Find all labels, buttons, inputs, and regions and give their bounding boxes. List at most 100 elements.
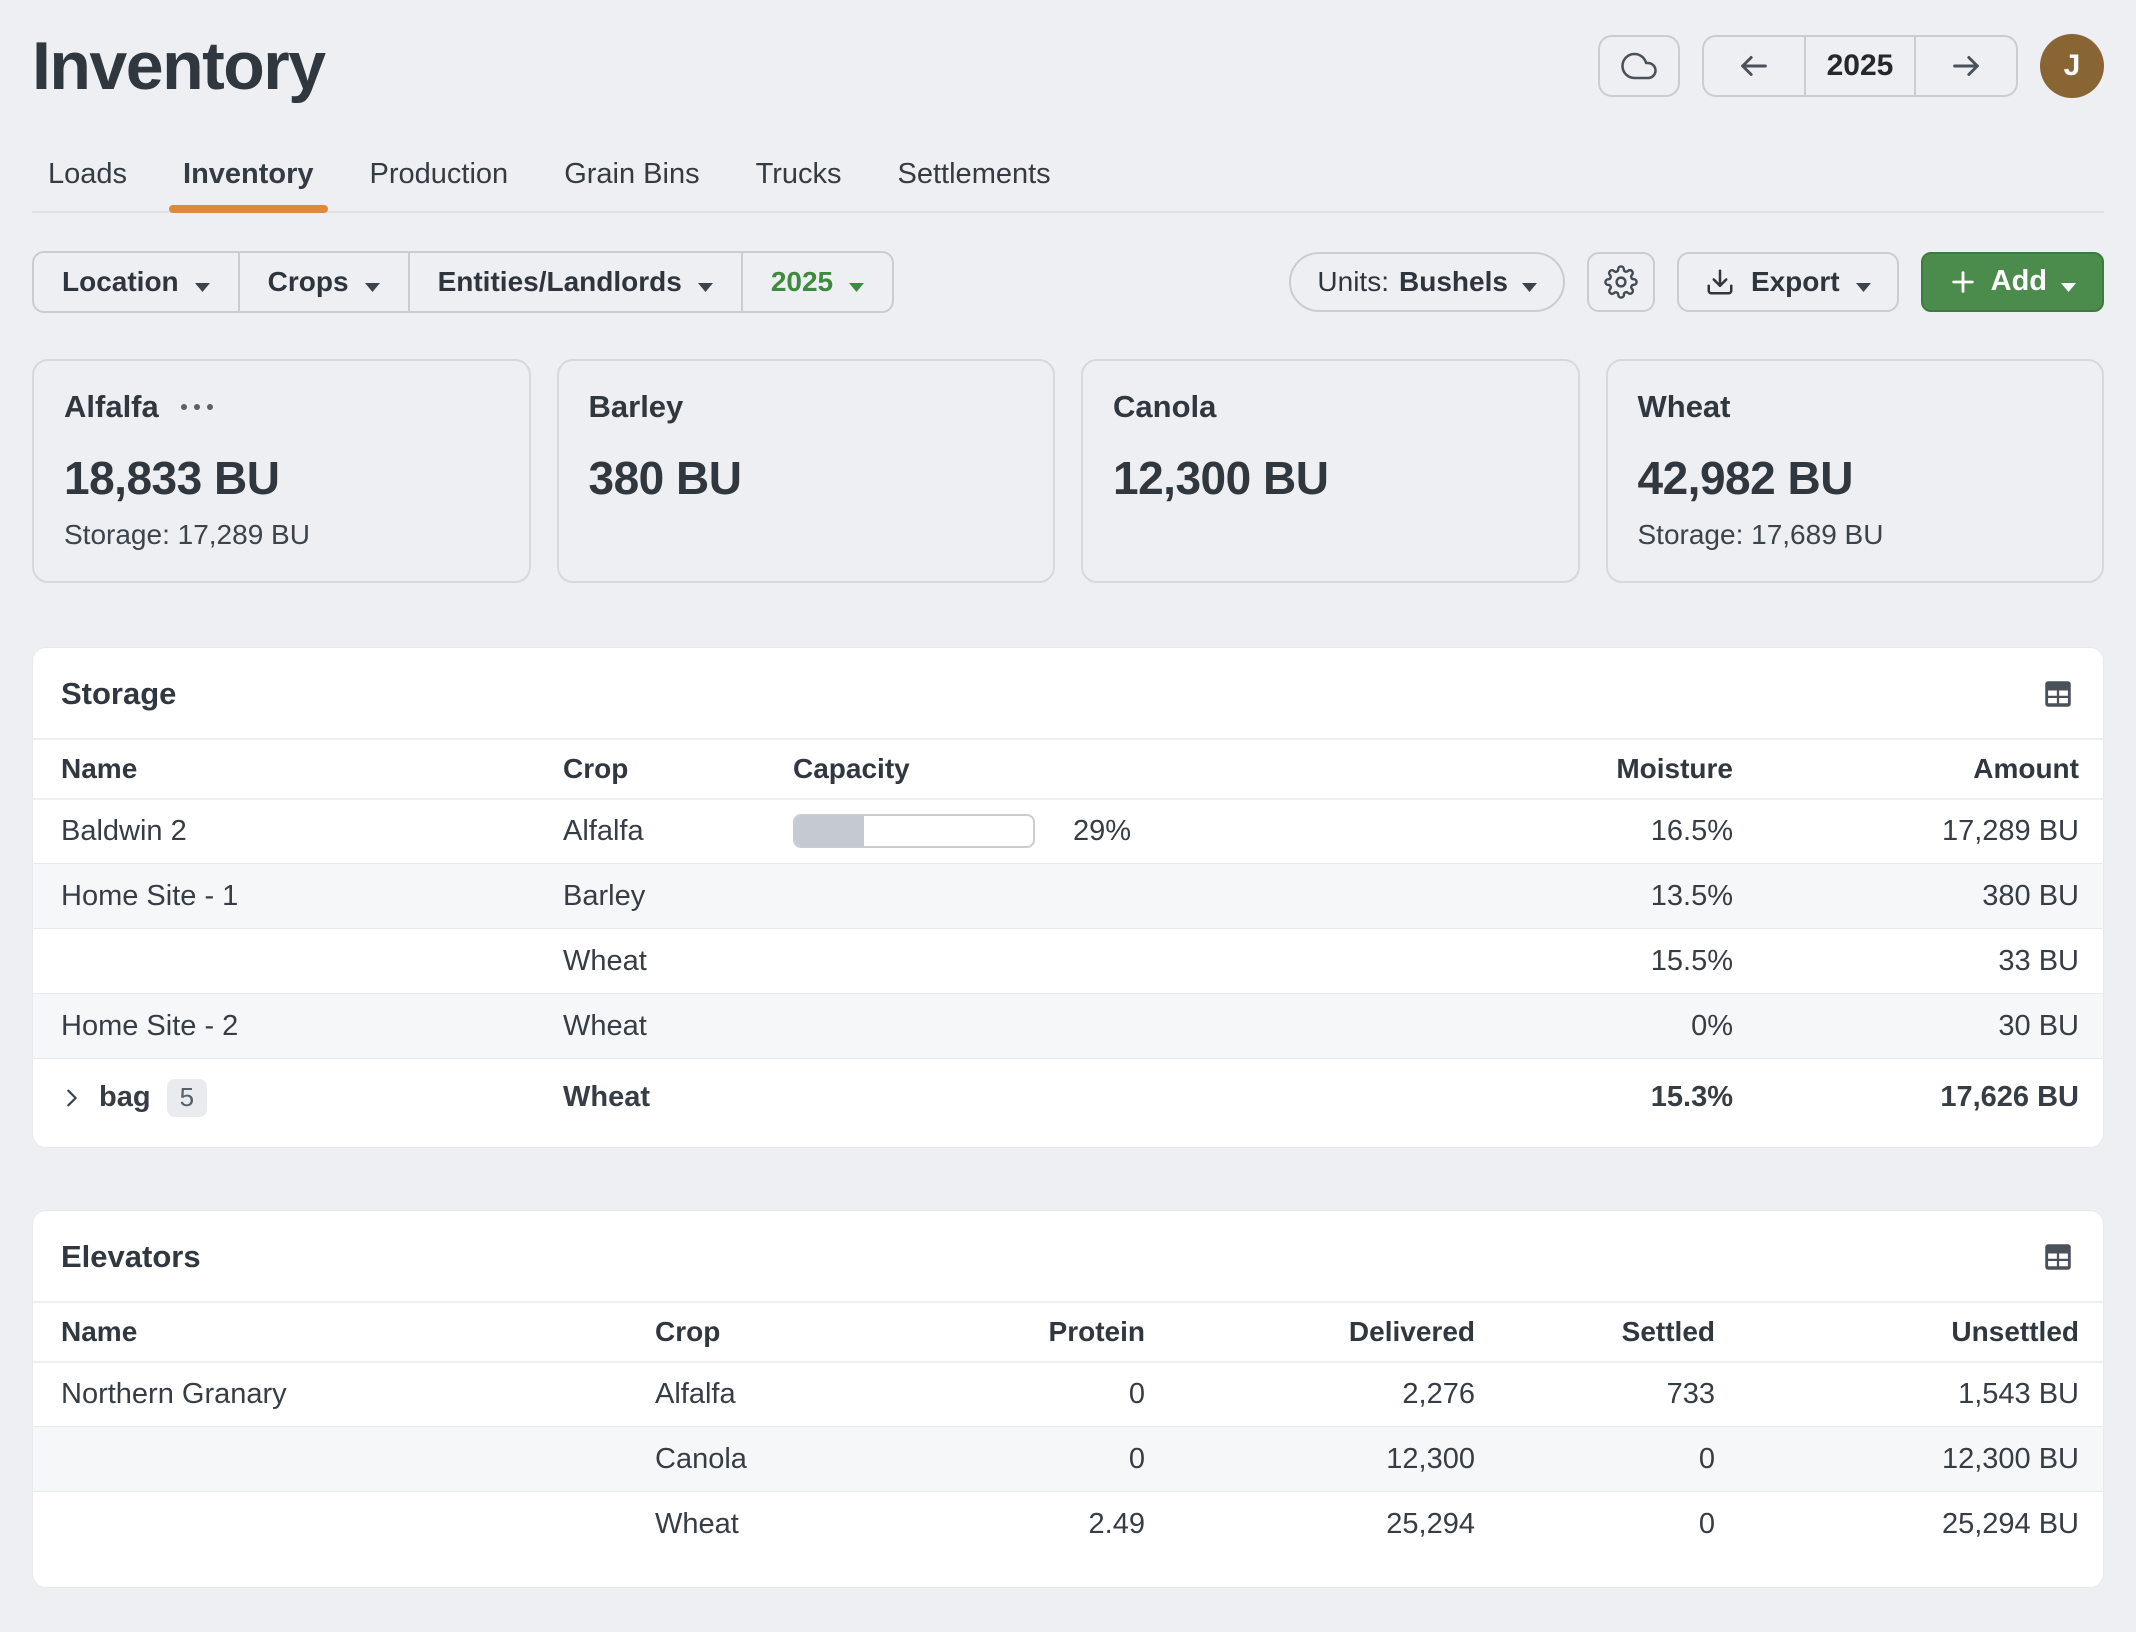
crop-storage-amount: [1113, 519, 1548, 553]
crop-storage-amount: Storage: 17,289 BU: [64, 519, 499, 553]
chevron-down-icon: [1856, 267, 1871, 299]
elevator-row-northern-granary-wheat[interactable]: Wheat 2.49 25,294 0 25,294 BU: [33, 1492, 2104, 1557]
count-badge: 5: [167, 1079, 207, 1117]
cloud-icon: [1621, 48, 1657, 84]
crop-name: Wheat: [1638, 389, 1731, 425]
arrow-left-icon: [1737, 49, 1771, 83]
storage-crop-cell: Barley: [563, 864, 793, 929]
elevators-header-row: Name Crop Protein Delivered Settled Unse…: [33, 1302, 2104, 1362]
chevron-down-icon: [195, 267, 210, 299]
tab-settlements[interactable]: Settlements: [898, 158, 1051, 211]
storage-name-cell: Home Site - 2: [33, 994, 563, 1059]
storage-row-home-site-1-wheat[interactable]: Wheat 15.5% 33 BU: [33, 929, 2104, 994]
arrow-right-icon: [1949, 49, 1983, 83]
crop-card-canola[interactable]: Canola 12,300 BU: [1081, 359, 1580, 583]
crop-total-amount: 18,833 BU: [64, 451, 499, 505]
storage-moisture-cell: 15.3%: [1243, 1059, 1733, 1137]
tab-loads[interactable]: Loads: [48, 158, 127, 211]
elevator-unsettled-cell: 1,543 BU: [1715, 1362, 2104, 1427]
crop-card-alfalfa[interactable]: Alfalfa 18,833 BU Storage: 17,289 BU: [32, 359, 531, 583]
storage-capacity-cell: [793, 929, 1243, 994]
tab-grain-bins[interactable]: Grain Bins: [564, 158, 699, 211]
tab-production[interactable]: Production: [370, 158, 509, 211]
chevron-down-icon: [1522, 267, 1537, 299]
storage-moisture-cell: 0%: [1243, 994, 1733, 1059]
elevator-delivered-cell: 12,300: [1145, 1427, 1475, 1492]
storage-capacity-cell: 29%: [793, 799, 1243, 864]
crop-total-amount: 380 BU: [589, 451, 1024, 505]
elevator-unsettled-cell: 12,300 BU: [1715, 1427, 2104, 1492]
storage-capacity-cell: [793, 864, 1243, 929]
storage-crop-cell: Wheat: [563, 1059, 793, 1137]
filter-entities-label: Entities/Landlords: [438, 266, 682, 298]
year-navigation: 2025: [1702, 35, 2018, 97]
page-title: Inventory: [32, 26, 325, 108]
storage-amount-cell: 17,626 BU: [1733, 1059, 2104, 1137]
column-header-capacity: Capacity: [793, 739, 1243, 799]
column-header-delivered: Delivered: [1145, 1302, 1475, 1362]
crop-card-barley[interactable]: Barley 380 BU: [557, 359, 1056, 583]
column-header-protein: Protein: [915, 1302, 1145, 1362]
table-view-icon[interactable]: [2041, 677, 2075, 711]
elevator-protein-cell: 0: [915, 1362, 1145, 1427]
storage-crop-cell: Alfalfa: [563, 799, 793, 864]
crop-storage-amount: Storage: 17,689 BU: [1638, 519, 2073, 553]
crop-total-amount: 12,300 BU: [1113, 451, 1548, 505]
storage-amount-cell: 33 BU: [1733, 929, 2104, 994]
top-bar-controls: 2025 J: [1598, 34, 2104, 98]
tab-bar: Loads Inventory Production Grain Bins Tr…: [32, 158, 2104, 213]
column-header-moisture: Moisture: [1243, 739, 1733, 799]
column-header-name: Name: [33, 1302, 655, 1362]
storage-row-home-site-2[interactable]: Home Site - 2 Wheat 0% 30 BU: [33, 994, 2104, 1059]
expand-bag-toggle[interactable]: bag 5: [61, 1079, 563, 1117]
next-year-button[interactable]: [1916, 37, 2016, 95]
storage-name-cell: bag 5: [33, 1059, 563, 1137]
filter-location[interactable]: Location: [34, 253, 240, 311]
filter-year[interactable]: 2025: [743, 253, 892, 311]
table-view-icon[interactable]: [2041, 1240, 2075, 1274]
chevron-down-icon: [365, 267, 380, 299]
elevator-row-northern-granary-canola[interactable]: Canola 0 12,300 0 12,300 BU: [33, 1427, 2104, 1492]
elevator-row-northern-granary-alfalfa[interactable]: Northern Granary Alfalfa 0 2,276 733 1,5…: [33, 1362, 2104, 1427]
crop-card-wheat[interactable]: Wheat 42,982 BU Storage: 17,689 BU: [1606, 359, 2105, 583]
sync-button[interactable]: [1598, 35, 1680, 97]
storage-name-cell: Home Site - 1: [33, 864, 563, 929]
crop-name: Alfalfa: [64, 389, 159, 425]
more-options-icon[interactable]: [179, 402, 215, 412]
storage-moisture-cell: 13.5%: [1243, 864, 1733, 929]
storage-moisture-cell: 16.5%: [1243, 799, 1733, 864]
elevator-crop-cell: Alfalfa: [655, 1362, 915, 1427]
toolbar-actions: Units: Bushels Export Add: [1289, 252, 2104, 312]
filter-crops[interactable]: Crops: [240, 253, 410, 311]
filter-group: Location Crops Entities/Landlords 2025: [32, 251, 894, 313]
settings-button[interactable]: [1587, 252, 1655, 312]
crop-storage-amount: [589, 519, 1024, 553]
storage-moisture-cell: 15.5%: [1243, 929, 1733, 994]
year-value: 2025: [1804, 37, 1916, 95]
storage-amount-cell: 17,289 BU: [1733, 799, 2104, 864]
add-label: Add: [1991, 265, 2047, 298]
storage-name-cell: [33, 929, 563, 994]
storage-row-home-site-1[interactable]: Home Site - 1 Barley 13.5% 380 BU: [33, 864, 2104, 929]
column-header-name: Name: [33, 739, 563, 799]
filter-entities-landlords[interactable]: Entities/Landlords: [410, 253, 743, 311]
capacity-bar: [793, 814, 1035, 848]
elevators-panel-title: Elevators: [61, 1239, 201, 1275]
crop-total-amount: 42,982 BU: [1638, 451, 2073, 505]
storage-row-baldwin-2[interactable]: Baldwin 2 Alfalfa 29% 16.5% 17,289 BU: [33, 799, 2104, 864]
elevator-unsettled-cell: 25,294 BU: [1715, 1492, 2104, 1557]
previous-year-button[interactable]: [1704, 37, 1804, 95]
user-avatar[interactable]: J: [2040, 34, 2104, 98]
elevator-name-cell: [33, 1427, 655, 1492]
add-button[interactable]: Add: [1921, 252, 2104, 312]
storage-group-row-bag[interactable]: bag 5 Wheat 15.3% 17,626 BU: [33, 1059, 2104, 1137]
tab-inventory[interactable]: Inventory: [183, 158, 314, 211]
elevators-table: Name Crop Protein Delivered Settled Unse…: [33, 1301, 2104, 1557]
elevator-crop-cell: Canola: [655, 1427, 915, 1492]
gear-icon: [1604, 265, 1638, 299]
storage-capacity-cell: [793, 994, 1243, 1059]
units-button[interactable]: Units: Bushels: [1289, 252, 1565, 312]
export-button[interactable]: Export: [1677, 252, 1899, 312]
column-header-settled: Settled: [1475, 1302, 1715, 1362]
tab-trucks[interactable]: Trucks: [756, 158, 842, 211]
